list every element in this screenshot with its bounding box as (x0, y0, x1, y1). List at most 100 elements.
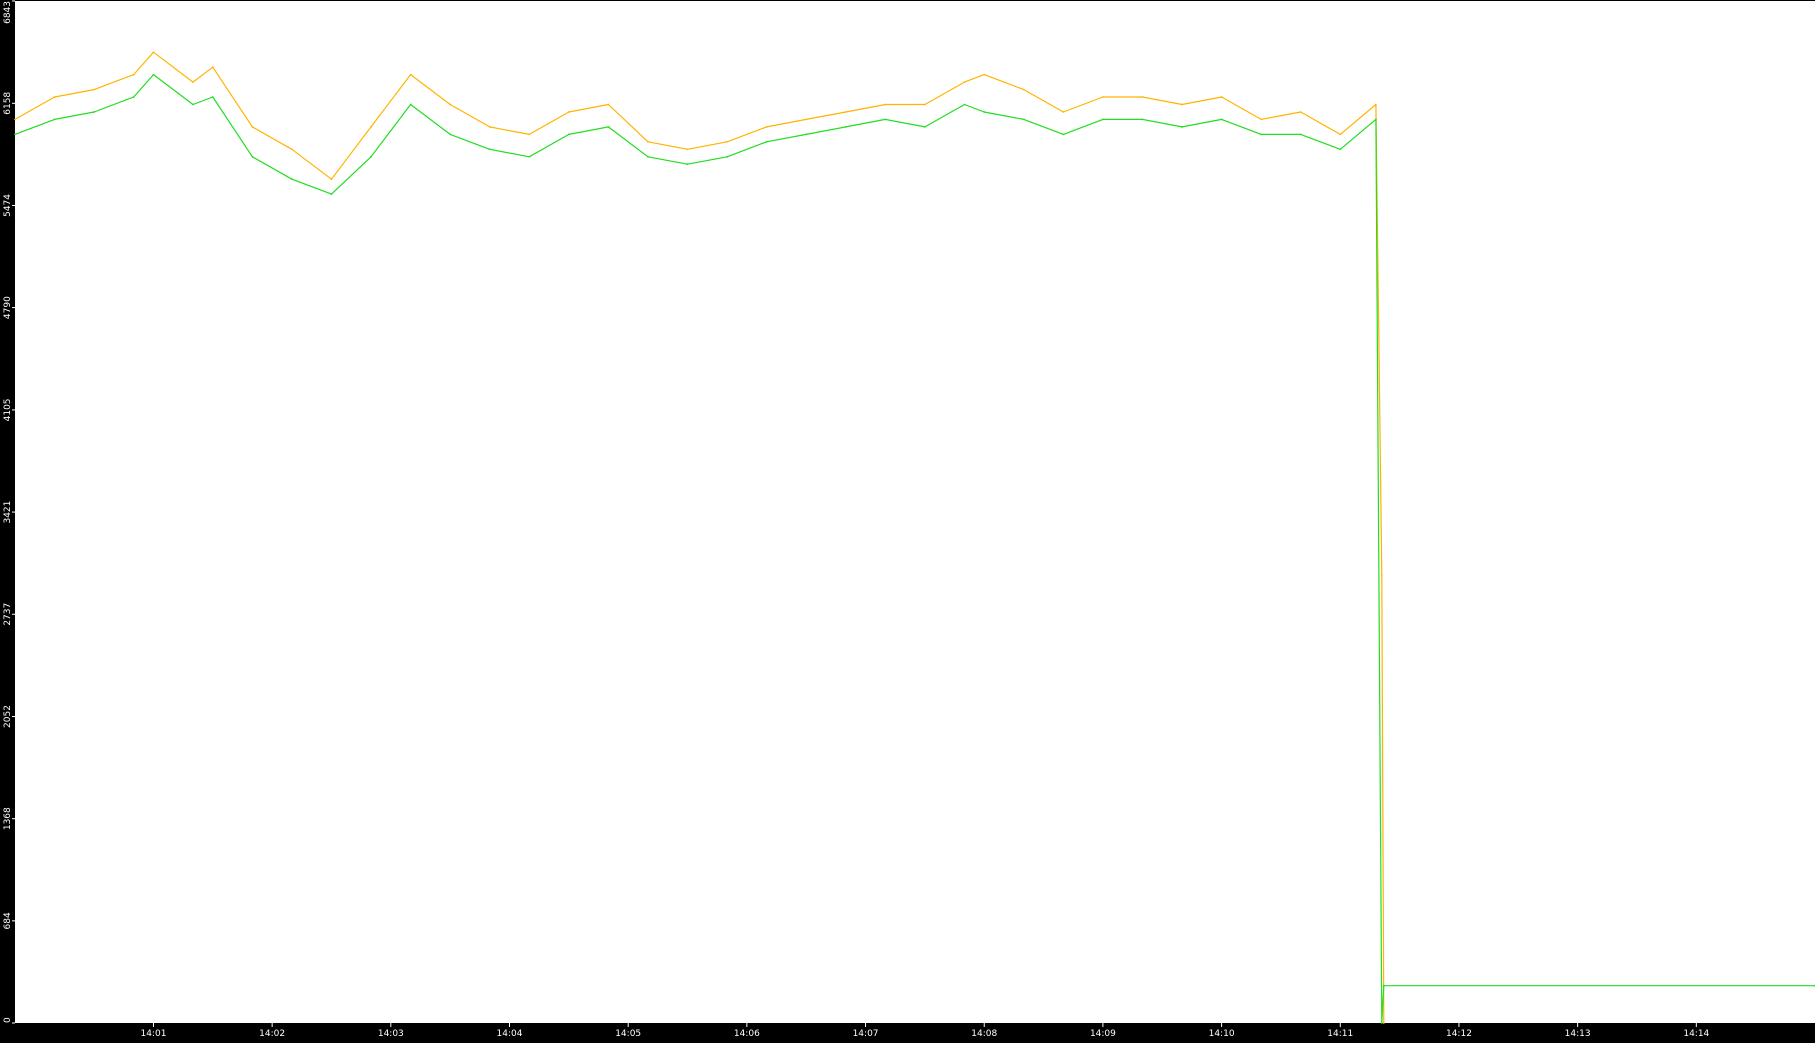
data-point (251, 126, 254, 128)
data-point (844, 111, 847, 113)
y-tick-label: 2737 (3, 603, 13, 626)
y-tick-label: 3421 (3, 501, 13, 524)
data-point (765, 140, 768, 143)
data-point (686, 163, 689, 166)
data-point (1260, 133, 1263, 136)
data-point (1220, 96, 1223, 98)
x-tick-label: 14:03 (378, 1029, 404, 1039)
data-point (251, 155, 254, 158)
data-point (924, 103, 926, 106)
data-point (983, 73, 986, 76)
data-point (1062, 133, 1065, 136)
data-point (1062, 111, 1065, 113)
data-point (488, 148, 491, 151)
x-tick-label: 14:12 (1446, 1029, 1472, 1039)
data-point (330, 178, 333, 181)
data-point (567, 133, 570, 136)
data-point (1181, 126, 1183, 128)
data-point (884, 103, 887, 106)
data-point (1375, 103, 1377, 106)
data-point (449, 133, 452, 136)
data-point (1375, 118, 1377, 121)
data-point (1339, 133, 1342, 136)
data-point (805, 118, 808, 121)
data-point (14, 133, 16, 136)
line-chart: 0 684 1368 2052 2737 3421 4105 4790 5474 6158 6843… (0, 0, 1815, 1039)
data-point (1382, 1022, 1385, 1024)
y-tick-label: 684 (3, 912, 13, 929)
data-point (1022, 88, 1025, 91)
y-tick-label: 1368 (3, 807, 13, 830)
data-point (93, 111, 95, 113)
data-point (607, 126, 610, 128)
data-point (1141, 118, 1144, 121)
x-tick-label: 14:05 (615, 1029, 641, 1039)
data-point (53, 96, 56, 98)
data-point (1141, 96, 1144, 98)
x-tick-label: 14:06 (734, 1029, 760, 1039)
data-point (132, 73, 135, 76)
data-point (14, 118, 16, 121)
data-point (963, 81, 966, 83)
x-tick-label: 14:11 (1327, 1029, 1353, 1039)
data-point (211, 96, 214, 98)
data-point (152, 51, 155, 54)
y-tick-label: 5474 (3, 194, 13, 217)
data-point (93, 88, 95, 91)
chart-svg: 0 684 1368 2052 2737 3421 4105 4790 5474 6158 6843… (0, 0, 1815, 1039)
data-point (1380, 574, 1383, 576)
data-point (1339, 148, 1342, 151)
data-point (192, 81, 194, 83)
y-tick-label: 6843 (3, 1, 13, 24)
data-point (192, 103, 194, 106)
x-tick-label: 14:02 (259, 1029, 285, 1039)
data-point (924, 126, 926, 128)
x-tick-label: 14:14 (1683, 1029, 1709, 1039)
data-point (291, 178, 293, 181)
data-point (330, 193, 333, 196)
data-point (1260, 118, 1263, 121)
data-point (607, 103, 610, 106)
data-point (1181, 103, 1183, 106)
data-point (765, 126, 768, 128)
data-point (726, 140, 728, 143)
data-point (647, 155, 649, 158)
data-point (1380, 1022, 1383, 1024)
data-point (805, 133, 808, 136)
data-point (1299, 111, 1302, 113)
data-point (370, 155, 372, 158)
data-point (1102, 118, 1104, 121)
x-tick-label: 14:01 (140, 1029, 166, 1039)
data-point (1299, 133, 1302, 136)
data-point (963, 103, 966, 106)
x-tick-label: 14:07 (853, 1029, 879, 1039)
data-point (567, 111, 570, 113)
y-tick-label: 4105 (3, 398, 13, 421)
data-point (152, 73, 155, 76)
data-point (409, 103, 412, 106)
data-point (53, 118, 56, 121)
y-tick-label: 4790 (3, 296, 13, 319)
y-tick-label: 0 (3, 1017, 13, 1023)
data-point (449, 103, 452, 106)
data-point (291, 148, 293, 151)
x-tick-label: 14:04 (497, 1029, 523, 1039)
x-tick-label: 14:10 (1209, 1029, 1235, 1039)
plot-area (15, 1, 1815, 1023)
data-point (686, 148, 689, 151)
x-tick-label: 14:13 (1565, 1029, 1591, 1039)
data-point (1102, 96, 1104, 98)
data-point (211, 66, 214, 69)
data-point (488, 126, 491, 128)
x-tick-label: 14:08 (971, 1029, 997, 1039)
data-point (132, 96, 135, 98)
data-point (983, 111, 986, 113)
data-point (528, 155, 531, 158)
data-point (884, 118, 887, 121)
data-point (409, 73, 412, 76)
y-tick-label: 6158 (3, 92, 13, 115)
data-point (1382, 984, 1385, 987)
data-point (370, 126, 372, 128)
data-point (844, 126, 847, 128)
data-point (528, 133, 531, 136)
